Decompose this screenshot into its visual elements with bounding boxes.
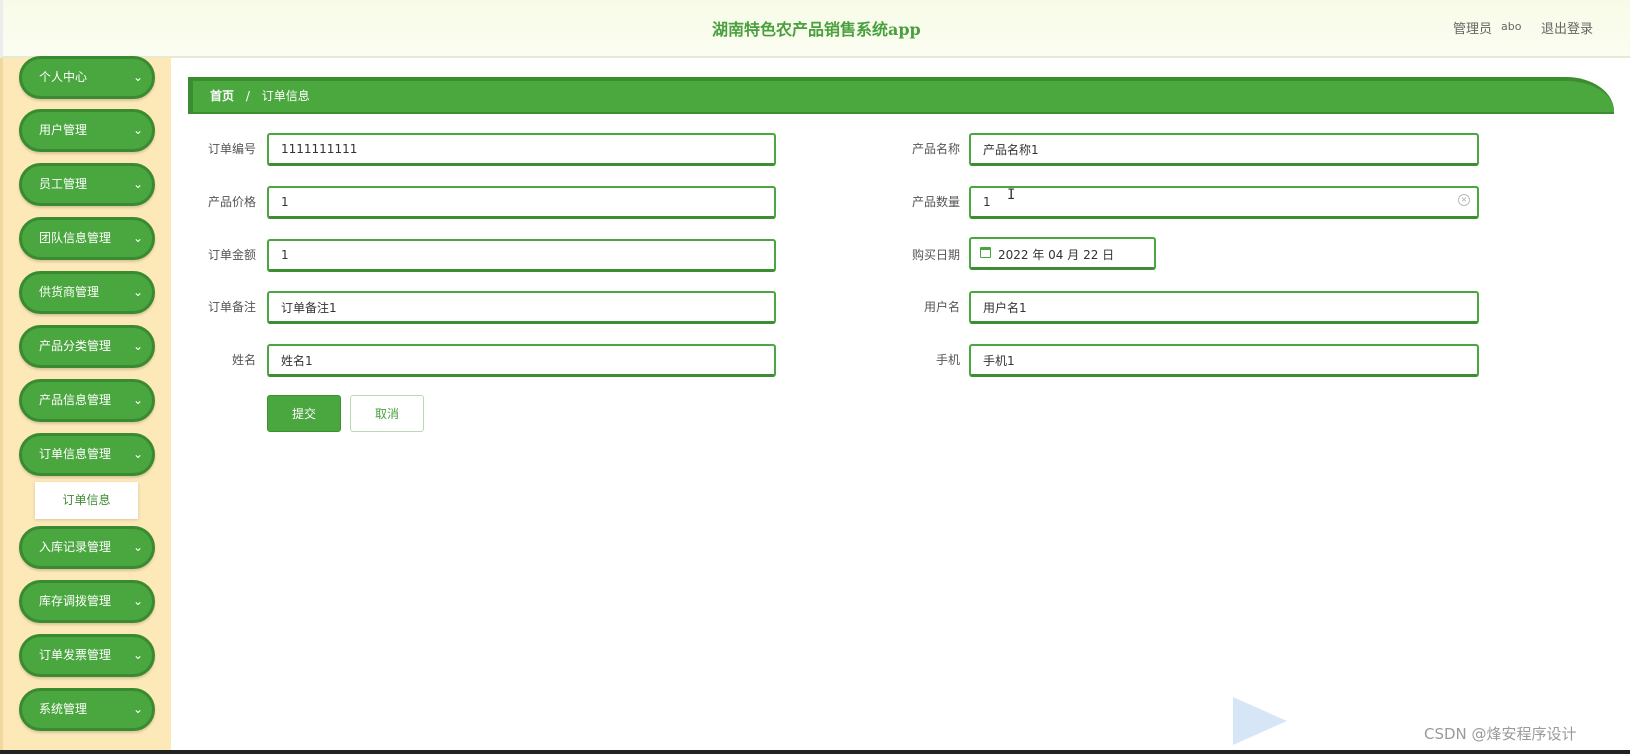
calendar-icon: [980, 247, 991, 258]
purchase-date-picker[interactable]: 2022 年 04 月 22 日: [969, 237, 1156, 270]
submit-button[interactable]: 提交: [267, 395, 341, 432]
sidebar-item-label: 产品分类管理: [39, 339, 112, 353]
text-cursor-icon: I: [1007, 187, 1016, 203]
product-qty-label: 产品数量: [911, 195, 960, 209]
bottom-strip: [0, 750, 1630, 754]
order-amount-input[interactable]: [267, 239, 776, 272]
order-no-label: 订单编号: [207, 142, 256, 156]
chevron-down-icon: ⌄: [132, 648, 143, 662]
sidebar-item-label: 员工管理: [39, 177, 88, 191]
sidebar-item-label: 团队信息管理: [39, 231, 112, 245]
phone-label: 手机: [935, 353, 960, 367]
chevron-down-icon: ⌄: [132, 702, 143, 716]
clear-icon[interactable]: ×: [1458, 194, 1470, 206]
purchase-date-value: 2022 年 04 月 22 日: [998, 248, 1115, 262]
sidebar-subitem-order-info[interactable]: 订单信息: [35, 482, 138, 519]
sidebar-item-teams[interactable]: 团队信息管理 ⌄: [19, 217, 155, 260]
order-no-input[interactable]: [267, 133, 776, 166]
user-role: 管理员: [1453, 22, 1493, 37]
product-price-label: 产品价格: [207, 195, 256, 209]
sidebar-item-inventory-transfer[interactable]: 库存调拨管理 ⌄: [19, 580, 155, 623]
order-amount-label: 订单金额: [207, 248, 256, 262]
product-price-input[interactable]: [267, 186, 776, 219]
sidebar-item-staff[interactable]: 员工管理 ⌄: [19, 163, 155, 206]
sidebar-item-profile[interactable]: 个人中心 ⌄: [19, 56, 155, 99]
sidebar-item-invoices[interactable]: 订单发票管理 ⌄: [19, 634, 155, 677]
sidebar-item-label: 入库记录管理: [39, 540, 112, 554]
product-qty-input[interactable]: [969, 186, 1479, 219]
watermark-text: CSDN @烽安程序设计: [1424, 725, 1577, 743]
username-input[interactable]: [969, 291, 1479, 324]
purchase-date-label: 购买日期: [911, 248, 960, 262]
breadcrumb-current: 订单信息: [261, 89, 310, 103]
breadcrumb-home[interactable]: 首页: [210, 89, 234, 103]
chevron-down-icon: ⌄: [132, 393, 143, 407]
chevron-down-icon: ⌄: [132, 123, 143, 137]
phone-input[interactable]: [969, 344, 1479, 377]
sidebar-item-products[interactable]: 产品信息管理 ⌄: [19, 379, 155, 422]
sidebar-item-label: 订单发票管理: [39, 648, 112, 662]
sidebar-item-label: 系统管理: [39, 702, 88, 716]
name-input[interactable]: [267, 344, 776, 377]
breadcrumb: 首页 / 订单信息: [188, 77, 1614, 114]
product-name-input[interactable]: [969, 133, 1479, 166]
sidebar-item-label: 库存调拨管理: [39, 594, 112, 608]
order-note-label: 订单备注: [207, 300, 256, 314]
sidebar-item-label: 订单信息管理: [39, 447, 112, 461]
order-note-input[interactable]: [267, 291, 776, 324]
sidebar-item-stock-in[interactable]: 入库记录管理 ⌄: [19, 526, 155, 569]
chevron-down-icon: ⌄: [132, 339, 143, 353]
top-header: 湖南特色农产品销售系统app 管理员 abo 退出登录: [0, 0, 1630, 58]
sidebar-item-orders[interactable]: 订单信息管理 ⌄: [19, 433, 155, 476]
chevron-down-icon: ⌄: [132, 177, 143, 191]
app-title: 湖南特色农产品销售系统app: [712, 20, 921, 39]
product-name-label: 产品名称: [911, 142, 960, 156]
chevron-down-icon: ⌄: [132, 447, 143, 461]
sidebar-item-label: 产品信息管理: [39, 393, 112, 407]
sidebar-item-product-categories[interactable]: 产品分类管理 ⌄: [19, 325, 155, 368]
cancel-button[interactable]: 取消: [350, 395, 424, 432]
sidebar-item-system[interactable]: 系统管理 ⌄: [19, 688, 155, 731]
watermark-logo-icon: [1233, 697, 1287, 745]
chevron-down-icon: ⌄: [132, 231, 143, 245]
user-name: abo: [1501, 20, 1522, 33]
sidebar-item-suppliers[interactable]: 供货商管理 ⌄: [19, 271, 155, 314]
breadcrumb-separator: /: [245, 89, 250, 103]
chevron-down-icon: ⌄: [132, 594, 143, 608]
sidebar-item-label: 供货商管理: [39, 285, 100, 299]
name-label: 姓名: [231, 353, 256, 367]
logout-link[interactable]: 退出登录: [1541, 18, 1593, 37]
sidebar-item-label: 个人中心: [39, 70, 88, 84]
chevron-down-icon: ⌄: [132, 70, 143, 84]
sidebar-item-users[interactable]: 用户管理 ⌄: [19, 109, 155, 152]
chevron-down-icon: ⌄: [132, 285, 143, 299]
sidebar-item-label: 用户管理: [39, 123, 88, 137]
chevron-down-icon: ⌄: [132, 540, 143, 554]
username-label: 用户名: [923, 300, 960, 314]
